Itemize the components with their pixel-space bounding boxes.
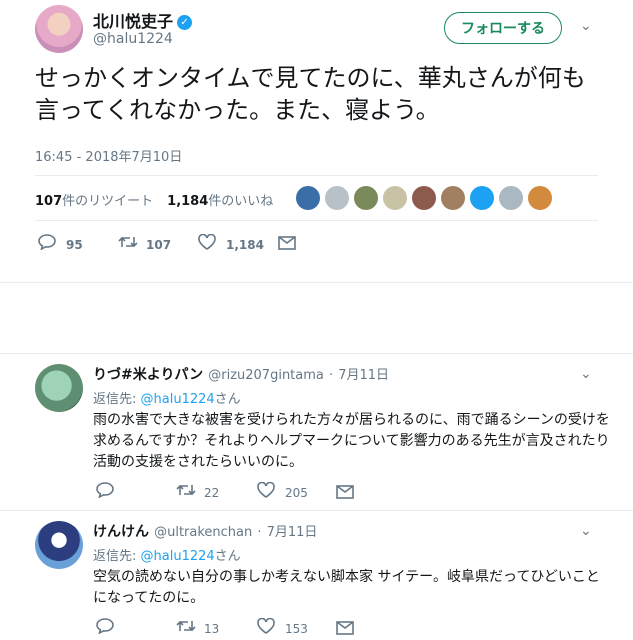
retweet-action[interactable]: 13 (176, 618, 219, 639)
likers-avatars (296, 186, 552, 210)
reply-date[interactable]: 7月11日 (338, 368, 389, 383)
heart-icon[interactable] (257, 617, 275, 639)
reply-date[interactable]: 7月11日 (267, 525, 318, 540)
divider (35, 175, 598, 176)
reply-author-name[interactable]: けんけん (93, 524, 149, 540)
reply-action[interactable] (96, 618, 114, 639)
dm-action[interactable] (336, 483, 354, 504)
verified-badge-icon: ✓ (177, 15, 193, 30)
chevron-down-icon[interactable]: ⌄ (580, 523, 594, 539)
follow-button[interactable]: フォローする (444, 12, 562, 44)
reply-to: 返信先: @halu1224さん (93, 545, 241, 564)
reply-count: 95 (66, 237, 83, 252)
chevron-down-icon[interactable]: ⌄ (580, 18, 594, 34)
likes-count: 1,184 (167, 194, 209, 209)
retweets-count: 107 (35, 194, 63, 209)
reply-icon[interactable] (96, 618, 114, 639)
like-action[interactable]: 153 (257, 617, 308, 639)
liker-avatar[interactable] (412, 186, 436, 210)
divider (35, 220, 598, 221)
reply-action[interactable] (96, 482, 114, 503)
reply-to-link[interactable]: @halu1224 (141, 549, 215, 564)
author-handle[interactable]: @halu1224 (93, 31, 173, 47)
liker-avatar[interactable] (441, 186, 465, 210)
liker-avatar[interactable] (296, 186, 320, 210)
retweet-icon[interactable] (118, 234, 138, 255)
retweet-count: 13 (204, 621, 220, 636)
dm-action[interactable] (336, 619, 354, 640)
reply-to-link[interactable]: @halu1224 (141, 392, 215, 407)
retweet-count: 22 (204, 485, 220, 500)
reply-author-name[interactable]: りづ#米よりパン (93, 367, 203, 383)
retweet-count: 107 (146, 237, 172, 252)
tweet-text: せっかくオンタイムで見てたのに、華丸さんが何も言ってくれなかった。また、寝よう。 (35, 64, 586, 124)
like-stat[interactable]: 1,184件のいいね (167, 190, 273, 209)
retweet-action[interactable]: 107 (118, 234, 171, 255)
separator: · (328, 368, 334, 383)
like-count: 1,184 (226, 237, 264, 252)
reply-avatar[interactable] (35, 364, 83, 412)
heart-icon[interactable] (198, 233, 216, 255)
reply-avatar[interactable] (35, 521, 83, 569)
retweet-action[interactable]: 22 (176, 482, 219, 503)
tweet-stats: 107件のリツイート 1,184件のいいね (35, 190, 273, 209)
retweet-icon[interactable] (176, 618, 196, 639)
liker-avatar[interactable] (383, 186, 407, 210)
like-action[interactable]: 1,184 (198, 233, 264, 255)
liker-avatar[interactable] (325, 186, 349, 210)
liker-avatar[interactable] (499, 186, 523, 210)
author-avatar[interactable] (35, 5, 83, 53)
reply-action[interactable]: 95 (38, 234, 83, 255)
envelope-icon[interactable] (336, 483, 354, 504)
reply-text: 雨の水害で大きな被害を受けられた方々が居られるのに、雨で踊るシーンの受けを求める… (93, 412, 610, 470)
reply-to: 返信先: @halu1224さん (93, 388, 241, 407)
retweet-icon[interactable] (176, 482, 196, 503)
reply-icon[interactable] (38, 234, 56, 255)
dm-action[interactable] (278, 234, 296, 255)
reply-to-suffix: さん (214, 549, 241, 564)
like-count: 153 (285, 621, 308, 636)
liker-avatar[interactable] (528, 186, 552, 210)
reply-author-handle[interactable]: @ultrakenchan (154, 525, 252, 540)
envelope-icon[interactable] (336, 619, 354, 640)
retweet-stat[interactable]: 107件のリツイート (35, 190, 153, 209)
chevron-down-icon[interactable]: ⌄ (580, 366, 594, 382)
like-count: 205 (285, 485, 308, 500)
like-action[interactable]: 205 (257, 481, 308, 503)
retweets-label: 件のリツイート (62, 194, 154, 209)
reply-to-prefix: 返信先: (93, 549, 141, 564)
reply-author-handle[interactable]: @rizu207gintama (208, 368, 324, 383)
author-name[interactable]: 北川悦吏子 ✓ (93, 8, 193, 32)
reply-header: りづ#米よりパン @rizu207gintama · 7月11日 (93, 364, 389, 384)
separator: · (257, 525, 262, 540)
author-display-name[interactable]: 北川悦吏子 (93, 12, 173, 31)
tweet-timestamp[interactable]: 16:45 - 2018年7月10日 (35, 146, 182, 165)
reply-text: 空気の読めない自分の事しか考えない脚本家 サイテー。岐阜県だってひどいことになっ… (93, 569, 600, 606)
reply-icon[interactable] (96, 482, 114, 503)
liker-avatar[interactable] (354, 186, 378, 210)
reply-header: けんけん @ultrakenchan · 7月11日 (93, 521, 317, 541)
divider (0, 510, 633, 511)
heart-icon[interactable] (257, 481, 275, 503)
section-gap (0, 282, 633, 354)
reply-to-prefix: 返信先: (93, 392, 141, 407)
liker-avatar[interactable] (470, 186, 494, 210)
envelope-icon[interactable] (278, 234, 296, 255)
reply-to-suffix: さん (214, 392, 241, 407)
likes-label: 件のいいね (208, 194, 274, 209)
